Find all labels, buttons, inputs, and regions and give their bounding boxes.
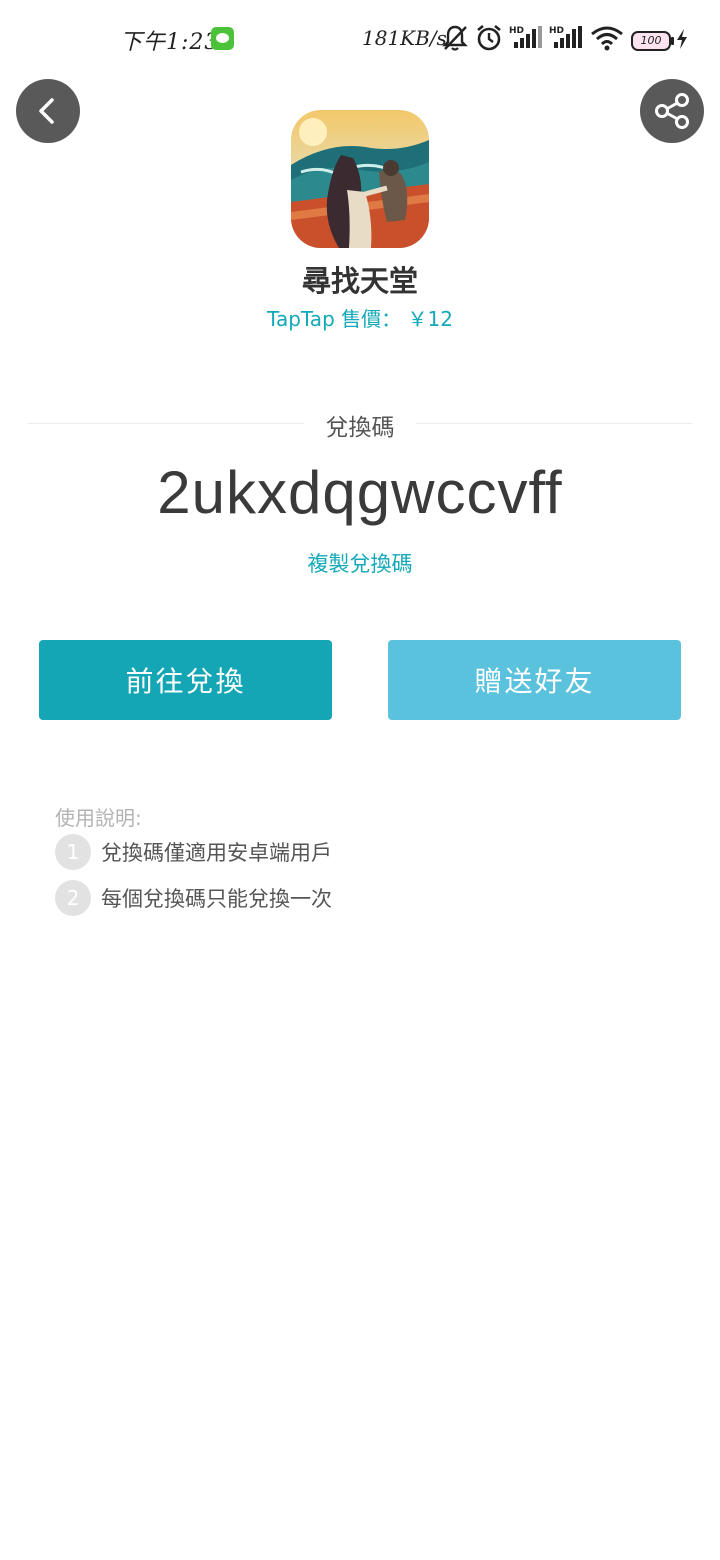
game-icon	[291, 110, 429, 248]
svg-text:HD: HD	[549, 26, 564, 36]
instructions-title: 使用說明:	[55, 806, 142, 830]
instruction-number: 2	[55, 880, 91, 916]
instruction-text: 每個兌換碼只能兌換一次	[101, 887, 332, 911]
game-title: 尋找天堂	[301, 264, 418, 298]
charging-icon	[677, 29, 687, 49]
status-time: 下午1:23	[120, 30, 220, 55]
instruction-number: 1	[55, 834, 91, 870]
share-icon	[655, 93, 689, 129]
instruction-text: 兌換碼僅適用安卓端用戶	[101, 841, 332, 865]
alarm-icon	[477, 24, 501, 51]
network-speed: 181KB/s	[362, 26, 447, 50]
signal-hd-icon-1: HD	[509, 26, 542, 48]
redeem-button[interactable]: 前往兌換	[39, 640, 332, 720]
gift-friend-button[interactable]: 贈送好友	[388, 640, 681, 720]
game-price: TapTap 售價： ￥12	[267, 307, 453, 331]
back-arrow-icon	[39, 98, 54, 124]
share-button[interactable]	[640, 79, 704, 143]
redemption-code: 2ukxdqgwccvff	[157, 459, 563, 526]
bell-muted-icon	[442, 25, 468, 51]
battery-indicator: 100	[631, 31, 674, 51]
wifi-icon	[591, 26, 623, 51]
back-button[interactable]	[16, 79, 80, 143]
instruction-item: 2 每個兌換碼只能兌換一次	[55, 880, 332, 916]
status-bar: 下午1:23 181KB/s HD HD 100	[0, 0, 720, 78]
wechat-notification-icon	[211, 27, 234, 50]
copy-code-link[interactable]: 複製兌換碼	[0, 548, 720, 578]
signal-hd-icon-2: HD	[549, 26, 582, 48]
svg-text:HD: HD	[509, 26, 524, 36]
instruction-item: 1 兌換碼僅適用安卓端用戶	[55, 834, 332, 870]
code-label: 兌換碼	[325, 415, 395, 441]
